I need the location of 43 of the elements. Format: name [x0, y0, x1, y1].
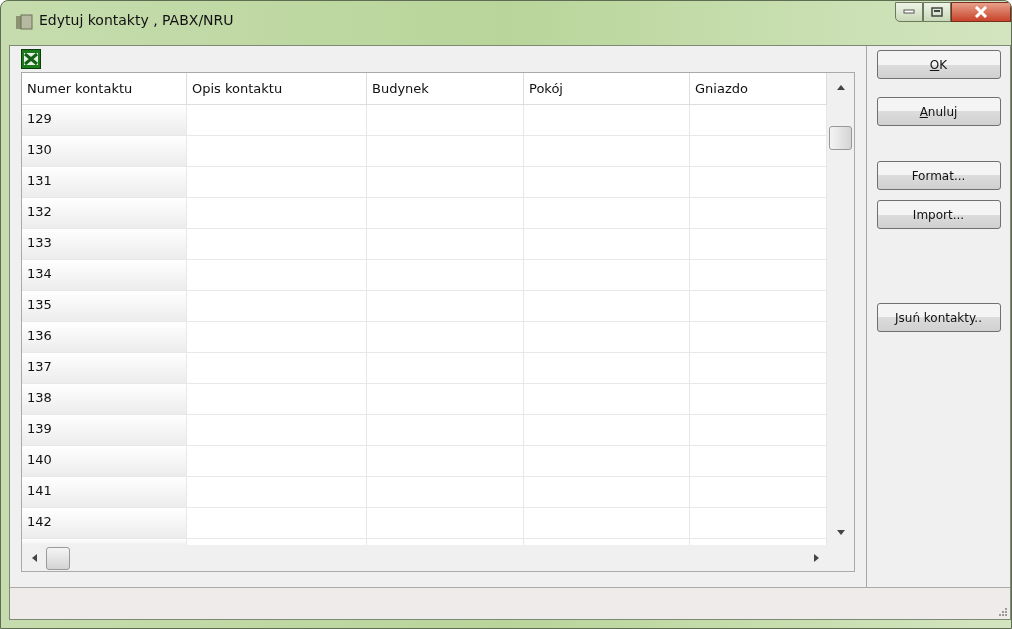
table-cell: 129 — [22, 105, 187, 136]
column-header[interactable]: Gniazdo — [690, 73, 827, 105]
scroll-thumb[interactable] — [46, 546, 70, 570]
table-cell: 131 — [22, 167, 187, 198]
vertical-scrollbar[interactable] — [827, 73, 854, 545]
column-header[interactable]: Opis kontaktu — [187, 73, 367, 105]
dialog-button[interactable]: OK — [876, 50, 1001, 79]
dialog-button[interactable]: Format... — [876, 161, 1001, 190]
minimize-button[interactable] — [895, 2, 923, 22]
close-icon — [974, 6, 988, 18]
scroll-right-icon — [814, 554, 819, 562]
scroll-thumb[interactable] — [829, 126, 852, 150]
dialog-button[interactable]: Import... — [876, 200, 1001, 229]
horizontal-scrollbar[interactable] — [22, 545, 854, 571]
close-button[interactable] — [951, 2, 1011, 22]
dialog-button[interactable]: Jsuń kontakty.. — [876, 303, 1001, 332]
scroll-left-icon — [32, 554, 37, 562]
dialog-button[interactable]: Anuluj — [876, 97, 1001, 126]
table-cell: 136 — [22, 322, 187, 353]
table-cell: 138 — [22, 384, 187, 415]
table-cell: 133 — [22, 229, 187, 260]
table-cell: 139 — [22, 415, 187, 446]
column-header[interactable]: Numer kontaktu — [22, 73, 187, 105]
excel-export-button[interactable] — [21, 49, 41, 69]
column-header[interactable]: Budynek — [367, 73, 524, 105]
table-cell: 141 — [22, 477, 187, 508]
maximize-button[interactable] — [923, 2, 951, 22]
minimize-icon — [903, 9, 915, 15]
app-icon — [15, 13, 33, 31]
table-cell: 130 — [22, 136, 187, 167]
maximize-icon — [931, 7, 943, 17]
column-header[interactable]: Pokój — [524, 73, 690, 105]
table-cell: 142 — [22, 508, 187, 539]
resize-grip-icon — [997, 606, 1007, 616]
table-cell: 132 — [22, 198, 187, 229]
table-cell: 137 — [22, 353, 187, 384]
spreadsheet-icon — [21, 49, 41, 69]
scroll-up-icon — [836, 85, 845, 90]
table-cell: 140 — [22, 446, 187, 477]
scroll-down-icon — [836, 530, 845, 535]
table-cell: 134 — [22, 260, 187, 291]
window-title: Edytuj kontakty , PABX/NRU — [39, 12, 234, 28]
table-cell: 135 — [22, 291, 187, 322]
